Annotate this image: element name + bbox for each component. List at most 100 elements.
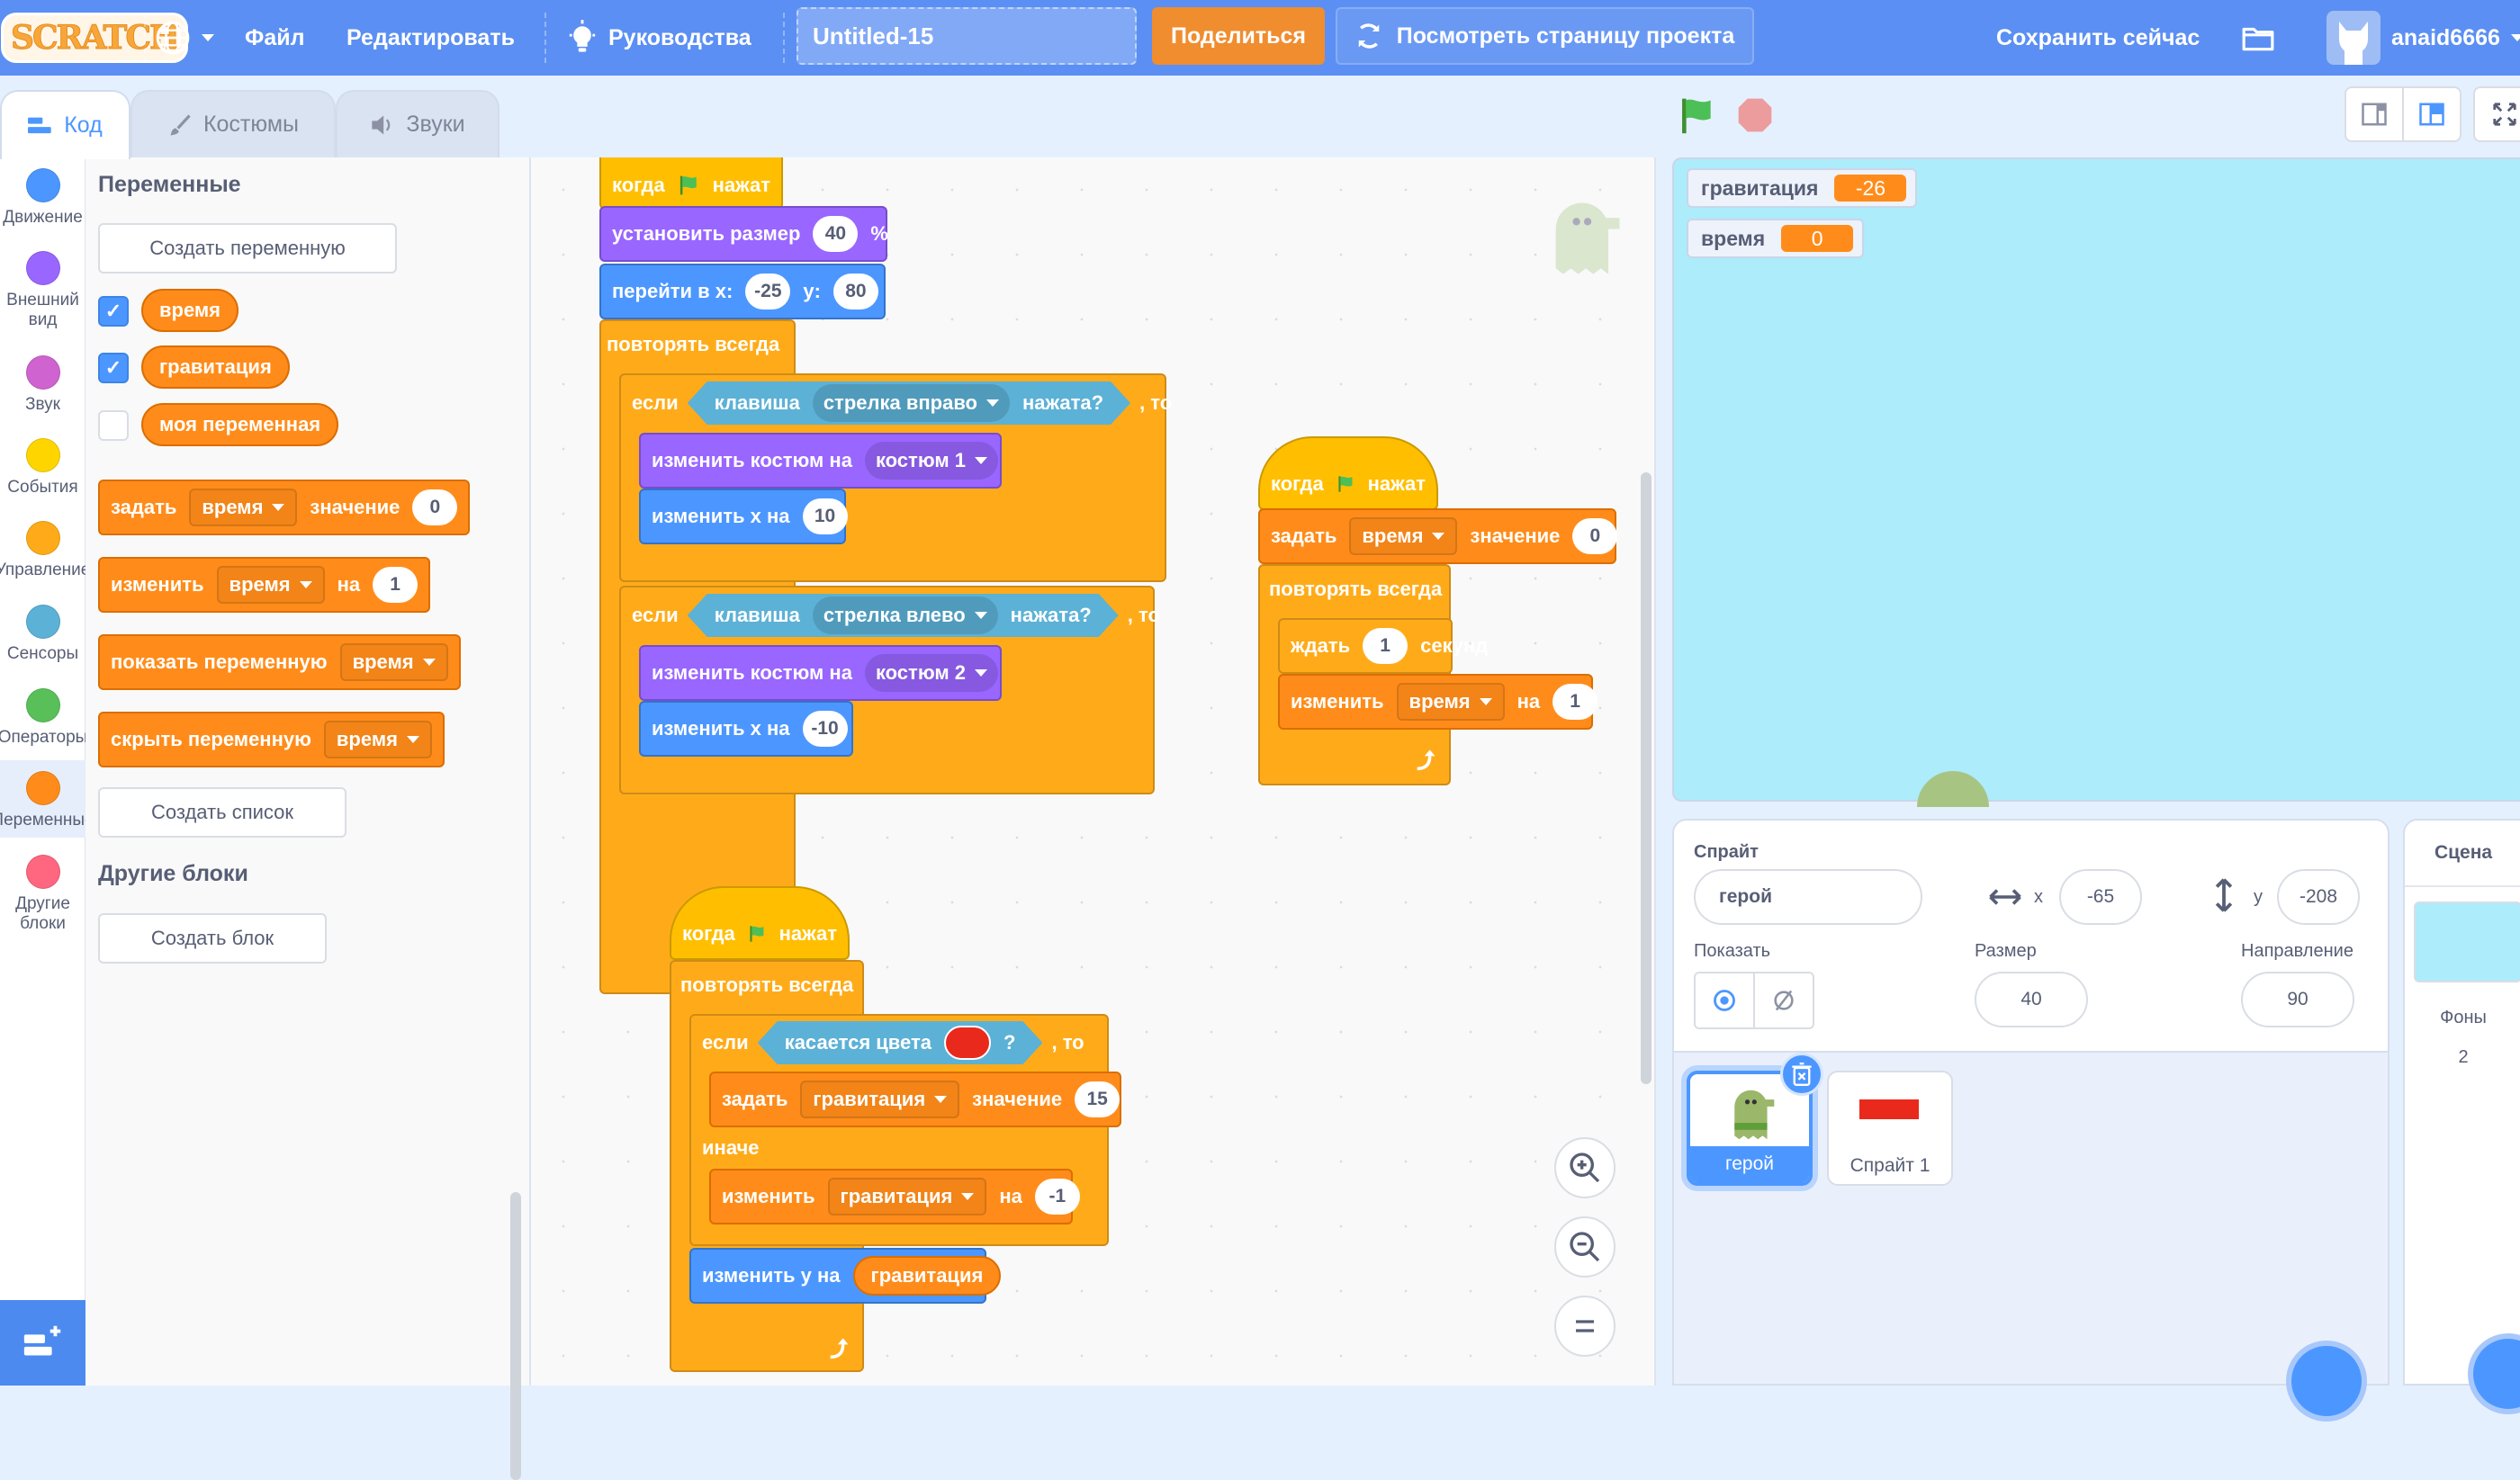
reset-zoom-button[interactable] — [1554, 1296, 1616, 1357]
variable-dropdown[interactable]: гравитация — [827, 1178, 987, 1215]
category-control[interactable]: Управление — [0, 521, 90, 580]
when-flag-clicked-hat[interactable]: когда нажат — [670, 886, 850, 960]
y-input[interactable]: 80 — [832, 274, 878, 309]
tab-costumes[interactable]: Костюмы — [130, 90, 336, 157]
project-title-input[interactable]: Untitled-15 — [796, 7, 1137, 65]
hide-sprite-button[interactable] — [1755, 973, 1813, 1027]
goto-xy-block[interactable]: перейти в x: -25 y: 80 — [599, 264, 886, 319]
delete-sprite-button[interactable] — [1780, 1053, 1823, 1096]
x-change-input[interactable]: -10 — [802, 711, 848, 747]
variable-checkbox-my-variable[interactable] — [98, 410, 129, 441]
x-input[interactable]: -25 — [745, 274, 791, 309]
direction-input[interactable]: 90 — [2241, 972, 2354, 1027]
palette-block-set-variable[interactable]: задать время значение 0 — [98, 480, 471, 535]
value-input[interactable]: 0 — [1572, 518, 1618, 554]
change-variable-block[interactable]: изменить время на 1 — [1278, 674, 1598, 730]
variable-checkbox-time[interactable]: ✓ — [98, 296, 129, 327]
color-swatch[interactable] — [944, 1026, 991, 1060]
save-now-button[interactable]: Сохранить сейчас — [1996, 0, 2200, 76]
gravity-reporter[interactable]: гравитация — [852, 1256, 1002, 1296]
show-sprite-button[interactable] — [1696, 973, 1755, 1027]
stage-canvas[interactable]: гравитация -26 время 0 — [1672, 157, 2520, 807]
monitor-gravity[interactable]: гравитация -26 — [1687, 168, 1918, 208]
see-project-page-button[interactable]: Посмотреть страницу проекта — [1336, 7, 1754, 65]
key-pressed-condition[interactable]: клавиша стрелка влево нажата? — [688, 594, 1119, 637]
costume-dropdown[interactable]: костюм 2 — [864, 654, 998, 692]
category-events[interactable]: События — [0, 438, 86, 498]
y-position-input[interactable]: -208 — [2277, 869, 2360, 925]
set-size-block[interactable]: установить размер 40 % — [599, 206, 888, 262]
palette-block-show-variable[interactable]: показать переменную время — [98, 634, 461, 690]
language-menu[interactable] — [155, 0, 214, 76]
wait-seconds-input[interactable]: 1 — [1363, 628, 1408, 664]
normal-stage-button[interactable] — [2404, 88, 2460, 140]
variable-dropdown[interactable]: время — [216, 566, 325, 604]
my-stuff-button[interactable] — [2241, 0, 2275, 76]
account-menu[interactable]: anaid6666 — [2326, 0, 2520, 76]
x-change-input[interactable]: 10 — [802, 498, 848, 534]
script-area-scrollbar[interactable] — [1641, 472, 1652, 1084]
variable-dropdown[interactable]: время — [1396, 683, 1505, 721]
create-variable-button[interactable]: Создать переменную — [98, 223, 397, 274]
size-input[interactable]: 40 — [1975, 972, 2088, 1027]
variable-reporter-gravity[interactable]: гравитация — [141, 345, 290, 389]
create-list-button[interactable]: Создать список — [98, 787, 346, 838]
menu-file[interactable]: Файл — [245, 0, 305, 76]
switch-costume-block[interactable]: изменить костюм на костюм 2 — [639, 645, 1002, 701]
fullscreen-button[interactable] — [2473, 86, 2520, 142]
palette-block-hide-variable[interactable]: скрыть переменную время — [98, 712, 445, 767]
variable-reporter-my-variable[interactable]: моя переменная — [141, 403, 339, 446]
change-y-block[interactable]: изменить у на гравитация — [689, 1248, 1002, 1304]
value-input[interactable]: 1 — [1552, 684, 1598, 720]
key-dropdown[interactable]: стрелка влево — [813, 596, 998, 634]
add-extension-button[interactable] — [0, 1300, 86, 1386]
value-input[interactable]: 0 — [412, 489, 458, 525]
small-stage-button[interactable] — [2346, 88, 2404, 140]
category-sensing[interactable]: Сенсоры — [0, 605, 86, 664]
hero-sprite[interactable] — [1917, 771, 1989, 807]
zoom-in-button[interactable] — [1554, 1137, 1616, 1198]
add-sprite-button[interactable] — [2286, 1341, 2367, 1422]
sprite-tile-sprite1[interactable]: Спрайт 1 — [1827, 1071, 1953, 1186]
stage-selector[interactable]: Сцена Фоны 2 — [2403, 819, 2520, 1414]
variable-dropdown[interactable]: время — [189, 489, 298, 526]
set-variable-block[interactable]: задать время значение 0 — [1258, 508, 1618, 564]
share-button[interactable]: Поделиться — [1152, 7, 1325, 65]
variable-dropdown[interactable]: гравитация — [800, 1081, 960, 1118]
wait-block[interactable]: ждать 1 секунд — [1278, 618, 1488, 674]
category-operators[interactable]: Операторы — [0, 688, 87, 748]
variable-reporter-time[interactable]: время — [141, 289, 239, 332]
script-area[interactable]: когда нажат установить размер 40 % перей… — [531, 157, 1656, 1386]
tab-code[interactable]: Код — [0, 90, 130, 159]
x-position-input[interactable]: -65 — [2059, 869, 2142, 925]
variable-dropdown[interactable]: время — [339, 643, 448, 681]
create-block-button[interactable]: Создать блок — [98, 913, 327, 964]
when-flag-clicked-hat[interactable]: когда нажат — [1258, 436, 1438, 510]
add-backdrop-button[interactable] — [2468, 1333, 2520, 1414]
touching-color-condition[interactable]: касается цвета ? — [758, 1021, 1043, 1064]
change-x-block[interactable]: изменить x на -10 — [639, 701, 853, 757]
category-looks[interactable]: Внешний вид — [0, 251, 86, 330]
tab-sounds[interactable]: Звуки — [336, 90, 500, 157]
variable-dropdown[interactable]: время — [1349, 517, 1458, 555]
monitor-time[interactable]: время 0 — [1687, 219, 1865, 258]
stop-button[interactable] — [1737, 97, 1773, 138]
category-variables[interactable]: Переменные — [0, 760, 94, 838]
palette-scrollbar[interactable] — [510, 1192, 521, 1480]
variable-checkbox-gravity[interactable]: ✓ — [98, 353, 129, 383]
value-input[interactable]: -1 — [1034, 1179, 1080, 1215]
green-flag-button[interactable] — [1678, 95, 1717, 139]
change-variable-block[interactable]: изменить гравитация на -1 — [709, 1169, 1080, 1224]
set-variable-block[interactable]: задать гравитация значение 15 — [709, 1072, 1121, 1127]
sprite-name-input[interactable]: герой — [1694, 869, 1922, 925]
variable-dropdown[interactable]: время — [323, 721, 432, 758]
zoom-out-button[interactable] — [1554, 1216, 1616, 1278]
tutorials-button[interactable]: Руководства — [567, 0, 752, 76]
costume-dropdown[interactable]: костюм 1 — [864, 442, 998, 480]
category-sound[interactable]: Звук — [0, 355, 86, 415]
value-input[interactable]: 1 — [373, 567, 418, 603]
key-dropdown[interactable]: стрелка вправо — [813, 384, 1010, 422]
switch-costume-block[interactable]: изменить костюм на костюм 1 — [639, 433, 1002, 489]
when-flag-clicked-hat[interactable]: когда нажат — [599, 157, 783, 210]
value-input[interactable]: 15 — [1075, 1081, 1120, 1117]
